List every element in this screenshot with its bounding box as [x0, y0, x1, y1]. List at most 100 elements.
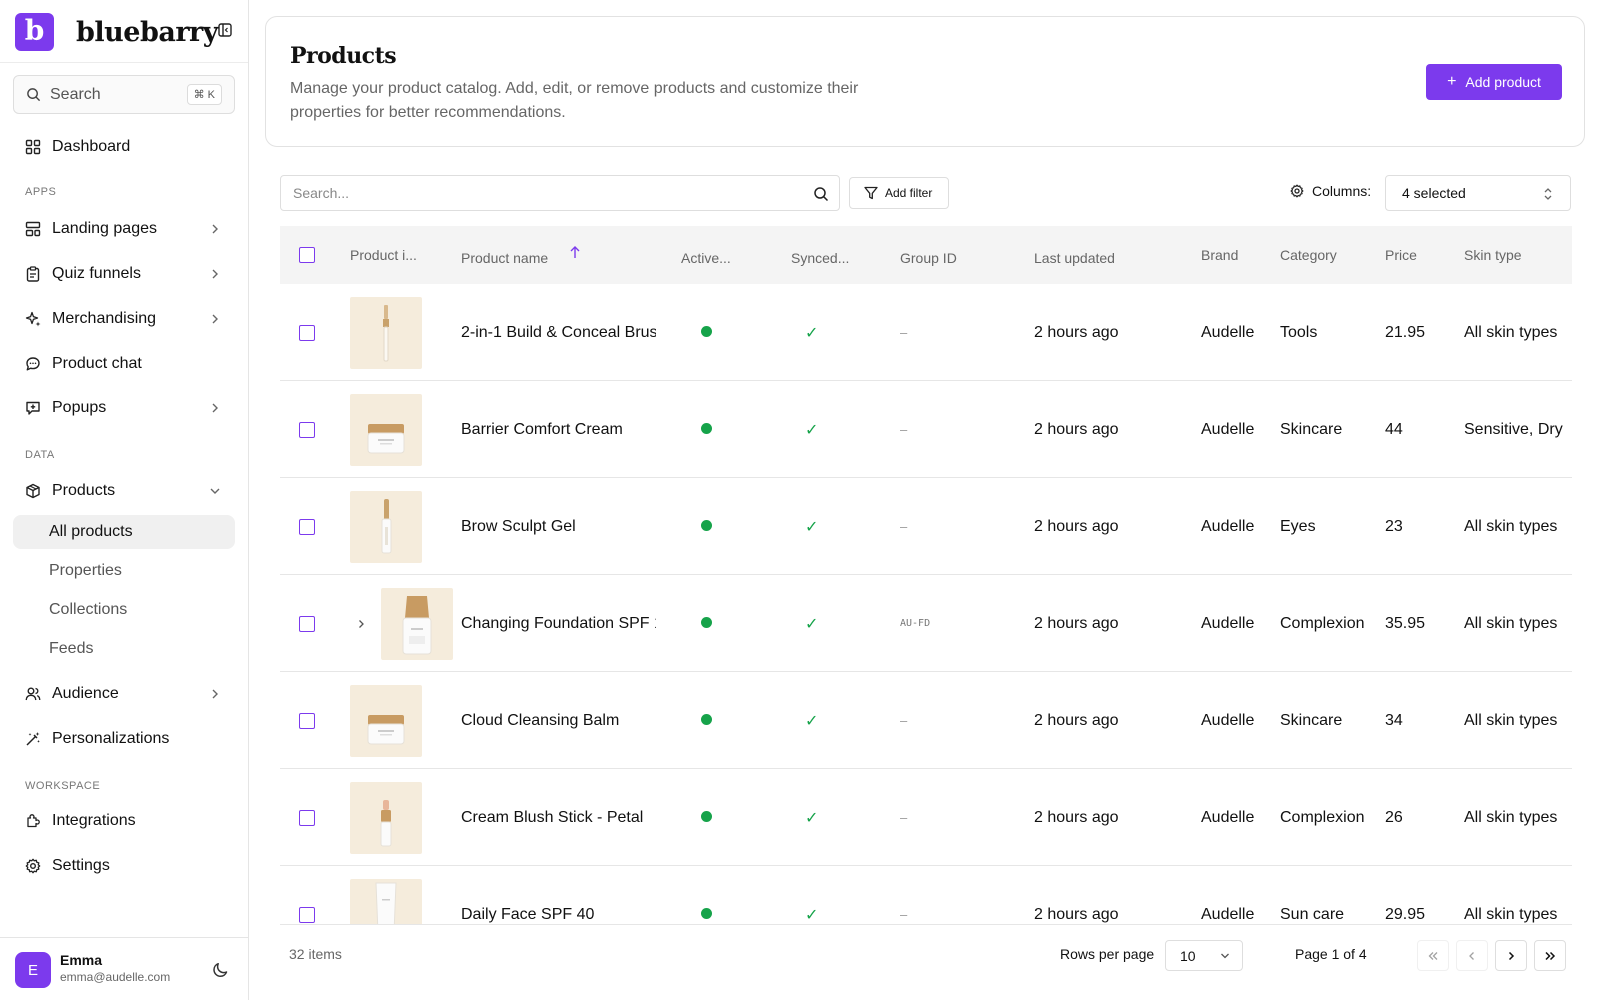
group-id-cell: –	[900, 519, 908, 534]
columns-select[interactable]: 4 selected	[1385, 175, 1571, 211]
page-header: Products Manage your product catalog. Ad…	[265, 16, 1585, 147]
column-header-skin-type[interactable]: Skin type	[1464, 247, 1522, 263]
group-id-cell: –	[900, 810, 908, 825]
brand[interactable]: b bluebarry	[15, 13, 218, 51]
price-cell: 35.95	[1385, 615, 1426, 632]
row-checkbox[interactable]	[299, 325, 315, 341]
active-status-dot	[701, 423, 712, 434]
sidebar-subitem-collections[interactable]: Collections	[13, 593, 235, 627]
row-checkbox[interactable]	[299, 810, 315, 826]
row-checkbox[interactable]	[299, 616, 315, 632]
add-filter-button[interactable]: Add filter	[849, 177, 949, 209]
chevron-updown-icon	[1542, 187, 1554, 201]
sidebar-item-settings[interactable]: Settings	[13, 849, 235, 883]
product-name-cell[interactable]: Changing Foundation SPF 15	[461, 615, 656, 633]
sidebar-item-audience[interactable]: Audience	[13, 677, 235, 711]
price-cell: 26	[1385, 809, 1403, 826]
columns-select-value: 4 selected	[1402, 185, 1466, 201]
row-checkbox[interactable]	[299, 519, 315, 535]
product-image	[350, 879, 422, 924]
category-cell: Tools	[1280, 324, 1318, 341]
row-checkbox[interactable]	[299, 713, 315, 729]
table-row[interactable]: Cream Blush Stick - Petal ✓ – 2 hours ago Au…	[280, 769, 1572, 866]
chat-bubble-icon	[25, 356, 41, 372]
search-icon[interactable]	[813, 186, 829, 202]
sidebar-item-personalizations[interactable]: Personalizations	[13, 722, 235, 756]
product-name-cell[interactable]: Daily Face SPF 40	[461, 906, 656, 924]
moon-icon[interactable]	[212, 961, 230, 979]
chevron-left-icon	[1466, 950, 1478, 962]
first-page-button[interactable]	[1417, 940, 1449, 971]
next-page-button[interactable]	[1495, 940, 1527, 971]
sidebar: b bluebarry Search ⌘ K Dashboard APPS La…	[0, 0, 249, 1000]
product-name-cell[interactable]: Cream Blush Stick - Petal	[461, 809, 656, 827]
table-row[interactable]: Changing Foundation SPF 15 ✓ AU-FD 2 hours …	[280, 575, 1572, 672]
row-checkbox[interactable]	[299, 907, 315, 923]
sidebar-item-quiz-funnels[interactable]: Quiz funnels	[13, 257, 235, 291]
sidebar-subitem-feeds[interactable]: Feeds	[13, 632, 235, 666]
price-cell: 34	[1385, 712, 1403, 729]
column-header-category[interactable]: Category	[1280, 247, 1337, 263]
column-header-brand[interactable]: Brand	[1201, 247, 1238, 263]
columns-label-text: Columns:	[1312, 183, 1372, 199]
table-row[interactable]: 2-in-1 Build & Conceal Brush ✓ – 2 hours ag…	[280, 284, 1572, 381]
previous-page-button[interactable]	[1456, 940, 1488, 971]
product-name-cell[interactable]: Cloud Cleansing Balm	[461, 712, 656, 730]
brand-cell: Audelle	[1201, 421, 1255, 438]
arrow-up-icon[interactable]	[569, 245, 581, 259]
column-header-product-name[interactable]: Product name	[461, 250, 548, 266]
group-id-cell: –	[900, 422, 908, 437]
product-name-cell[interactable]: Brow Sculpt Gel	[461, 518, 656, 536]
sidebar-item-popups[interactable]: Popups	[13, 391, 235, 425]
skin-type-cell: All skin types	[1464, 615, 1558, 632]
sidebar-collapse-icon[interactable]	[218, 23, 232, 37]
sidebar-item-dashboard[interactable]: Dashboard	[13, 130, 235, 164]
row-checkbox[interactable]	[299, 422, 315, 438]
product-image	[350, 685, 422, 757]
add-product-button[interactable]: + Add product	[1426, 64, 1562, 100]
table-row[interactable]: Daily Face SPF 40 ✓ – 2 hours ago Audelle Sun…	[280, 866, 1572, 924]
product-name-cell[interactable]: Barrier Comfort Cream	[461, 421, 656, 439]
select-all-checkbox[interactable]	[299, 247, 315, 263]
column-header-price[interactable]: Price	[1385, 247, 1417, 263]
synced-check-icon: ✓	[805, 325, 819, 342]
sidebar-item-products[interactable]: Products	[13, 474, 235, 508]
category-cell: Complexion	[1280, 615, 1365, 632]
sidebar-item-integrations[interactable]: Integrations	[13, 804, 235, 838]
sidebar-item-landing-pages[interactable]: Landing pages	[13, 212, 235, 246]
sidebar-subitem-properties[interactable]: Properties	[13, 554, 235, 588]
table-search-input[interactable]	[281, 176, 781, 210]
filter-icon	[864, 186, 878, 200]
brand-cell: Audelle	[1201, 615, 1255, 632]
last-updated-cell: 2 hours ago	[1034, 615, 1119, 632]
rows-per-page-select[interactable]: 10	[1165, 940, 1243, 971]
table-row[interactable]: Cloud Cleansing Balm ✓ – 2 hours ago Audelle…	[280, 672, 1572, 769]
sidebar-item-label: Landing pages	[52, 220, 157, 237]
synced-check-icon: ✓	[805, 616, 819, 633]
sidebar-subitem-all-products[interactable]: All products	[13, 515, 235, 549]
sidebar-item-product-chat[interactable]: Product chat	[13, 347, 235, 381]
brand-cell: Audelle	[1201, 324, 1255, 341]
user-profile[interactable]: E Emma emma@audelle.com	[0, 937, 248, 1000]
chevron-right-icon[interactable]	[356, 619, 366, 629]
brand-name: bluebarry	[76, 16, 218, 48]
chevron-right-icon	[209, 402, 221, 414]
column-header-synced[interactable]: Synced...	[791, 250, 849, 266]
product-name-cell[interactable]: 2-in-1 Build & Conceal Brush	[461, 324, 656, 342]
column-header-active[interactable]: Active...	[681, 250, 731, 266]
product-image	[381, 588, 453, 660]
last-page-button[interactable]	[1534, 940, 1566, 971]
column-header-last-updated[interactable]: Last updated	[1034, 250, 1115, 266]
sidebar-item-merchandising[interactable]: Merchandising	[13, 302, 235, 336]
table-row[interactable]: Barrier Comfort Cream ✓ – 2 hours ago Audell…	[280, 381, 1572, 478]
table-row[interactable]: Brow Sculpt Gel ✓ – 2 hours ago Audelle Eyes 2…	[280, 478, 1572, 575]
gear-icon	[1290, 184, 1304, 198]
sidebar-search[interactable]: Search ⌘ K	[13, 75, 235, 114]
sidebar-item-label: Personalizations	[52, 730, 170, 747]
column-header-group-id[interactable]: Group ID	[900, 250, 957, 266]
page-title: Products	[290, 43, 397, 69]
sidebar-divider	[0, 62, 248, 63]
chevron-right-icon	[1505, 950, 1517, 962]
magic-wand-icon	[25, 731, 41, 747]
column-header-product-image[interactable]: Product i...	[350, 247, 417, 263]
